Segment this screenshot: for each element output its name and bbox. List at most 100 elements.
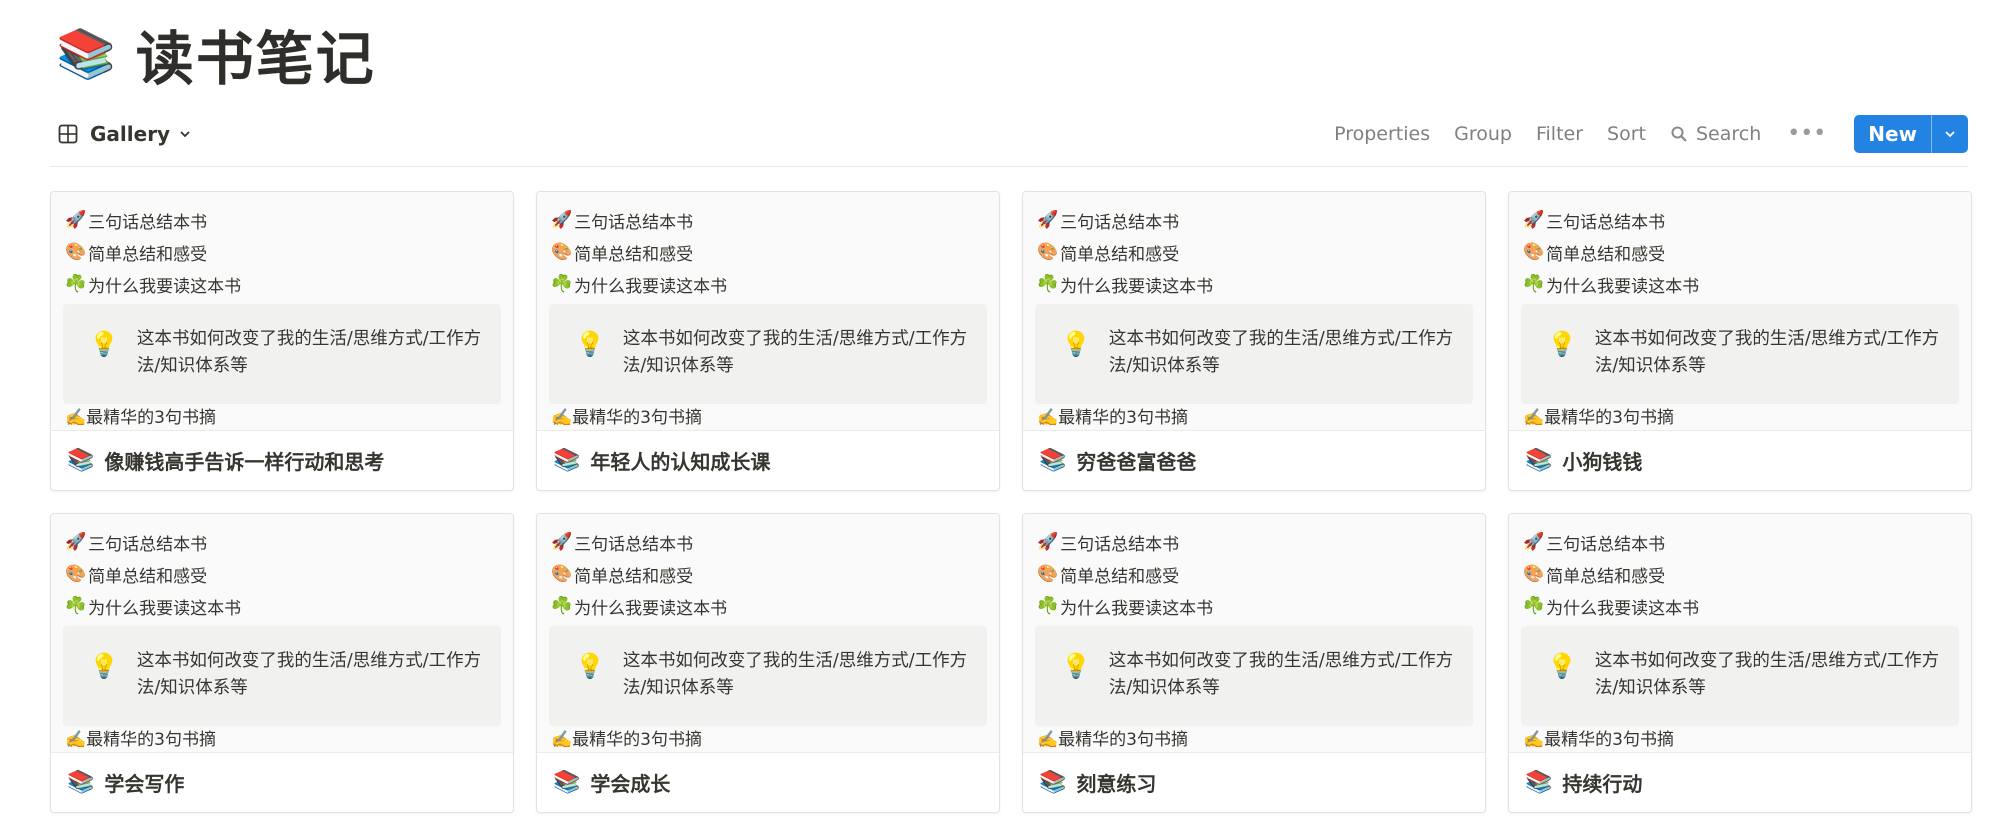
new-button[interactable]: New <box>1854 115 1931 153</box>
lightbulb-icon: 💡 <box>89 330 119 358</box>
preview-line: 🎨 简单总结和感受 <box>1023 236 1485 268</box>
new-button-group: New <box>1854 115 1968 153</box>
shamrock-icon: ☘️ <box>1037 274 1059 294</box>
gallery-card[interactable]: 🚀 三句话总结本书 🎨 简单总结和感受 ☘️ 为什么我要读这本书 💡 这本书如何… <box>1508 513 1972 813</box>
preview-text: 为什么我要读这本书 <box>88 598 242 619</box>
callout-block: 💡 这本书如何改变了我的生活/思维方式/工作方法/知识体系等 <box>63 304 501 404</box>
gallery-card[interactable]: 🚀 三句话总结本书 🎨 简单总结和感受 ☘️ 为什么我要读这本书 💡 这本书如何… <box>50 191 514 491</box>
rocket-icon: 🚀 <box>1037 210 1059 230</box>
callout-text: 这本书如何改变了我的生活/思维方式/工作方法/知识体系等 <box>622 651 968 698</box>
palette-icon: 🎨 <box>65 242 87 262</box>
gallery-card[interactable]: 🚀 三句话总结本书 🎨 简单总结和感受 ☘️ 为什么我要读这本书 💡 这本书如何… <box>1508 191 1972 491</box>
preview-line: ✍️最精华的3句书摘 <box>1037 725 1188 750</box>
card-title-row: 📚 像赚钱高手告诉一样行动和思考 <box>51 431 513 490</box>
card-title: 年轻人的认知成长课 <box>590 450 771 474</box>
toolbar-divider <box>50 166 1968 167</box>
preview-text: 最精华的3句书摘 <box>1058 730 1188 750</box>
preview-text: 三句话总结本书 <box>1060 212 1180 233</box>
filter-button[interactable]: Filter <box>1524 117 1595 151</box>
preview-text: 简单总结和感受 <box>574 244 694 265</box>
card-title-row: 📚 穷爸爸富爸爸 <box>1023 431 1485 490</box>
preview-text: 最精华的3句书摘 <box>1544 408 1674 428</box>
preview-text: 简单总结和感受 <box>88 244 208 265</box>
preview-line: 🚀 三句话总结本书 <box>1023 526 1485 558</box>
callout-block: 💡 这本书如何改变了我的生活/思维方式/工作方法/知识体系等 <box>1521 626 1959 726</box>
rocket-icon: 🚀 <box>1523 532 1545 552</box>
callout-block: 💡 这本书如何改变了我的生活/思维方式/工作方法/知识体系等 <box>1035 626 1473 726</box>
preview-text: 为什么我要读这本书 <box>1060 276 1214 297</box>
preview-line: ☘️ 为什么我要读这本书 <box>1509 590 1971 622</box>
preview-text: 最精华的3句书摘 <box>572 408 702 428</box>
card-title: 小狗钱钱 <box>1562 450 1643 474</box>
preview-text: 为什么我要读这本书 <box>1546 276 1700 297</box>
gallery-card[interactable]: 🚀 三句话总结本书 🎨 简单总结和感受 ☘️ 为什么我要读这本书 💡 这本书如何… <box>1022 191 1486 491</box>
more-options-icon[interactable]: ••• <box>1773 123 1840 145</box>
preview-line: 🎨 简单总结和感受 <box>51 558 513 590</box>
preview-line: ☘️ 为什么我要读这本书 <box>537 590 999 622</box>
gallery-card[interactable]: 🚀 三句话总结本书 🎨 简单总结和感受 ☘️ 为什么我要读这本书 💡 这本书如何… <box>1022 513 1486 813</box>
palette-icon: 🎨 <box>1523 242 1545 262</box>
group-button[interactable]: Group <box>1442 117 1524 151</box>
preview-line: ✍️最精华的3句书摘 <box>65 725 216 750</box>
new-dropdown-button[interactable] <box>1931 115 1968 153</box>
preview-line: 🚀 三句话总结本书 <box>1509 204 1971 236</box>
rocket-icon: 🚀 <box>1523 210 1545 230</box>
lightbulb-icon: 💡 <box>89 652 119 680</box>
properties-button[interactable]: Properties <box>1322 117 1442 151</box>
palette-icon: 🎨 <box>551 242 573 262</box>
callout-text: 这本书如何改变了我的生活/思维方式/工作方法/知识体系等 <box>1594 651 1940 698</box>
preview-line: ✍️最精华的3句书摘 <box>65 403 216 428</box>
page-title[interactable]: 读书笔记 <box>136 12 376 96</box>
callout-block: 💡 这本书如何改变了我的生活/思维方式/工作方法/知识体系等 <box>1035 304 1473 404</box>
card-title-row: 📚 学会成长 <box>537 753 999 812</box>
card-title: 刻意练习 <box>1076 772 1157 796</box>
card-title-row: 📚 小狗钱钱 <box>1509 431 1971 490</box>
gallery-card[interactable]: 🚀 三句话总结本书 🎨 简单总结和感受 ☘️ 为什么我要读这本书 💡 这本书如何… <box>536 191 1000 491</box>
search-button[interactable]: Search <box>1658 117 1773 151</box>
books-icon: 📚 <box>1039 448 1067 473</box>
card-title: 学会成长 <box>590 772 671 796</box>
card-preview: 🚀 三句话总结本书 🎨 简单总结和感受 ☘️ 为什么我要读这本书 💡 这本书如何… <box>537 192 999 431</box>
sort-button[interactable]: Sort <box>1595 117 1658 151</box>
rocket-icon: 🚀 <box>551 210 573 230</box>
preview-line: ✍️最精华的3句书摘 <box>1523 403 1674 428</box>
preview-line: ☘️ 为什么我要读这本书 <box>537 268 999 300</box>
shamrock-icon: ☘️ <box>1523 274 1545 294</box>
view-label: Gallery <box>90 122 171 146</box>
preview-line: 🚀 三句话总结本书 <box>537 526 999 558</box>
preview-text: 三句话总结本书 <box>1546 534 1666 555</box>
callout-text: 这本书如何改变了我的生活/思维方式/工作方法/知识体系等 <box>136 329 482 376</box>
view-switcher[interactable]: Gallery <box>50 114 200 154</box>
preview-line: 🎨 简单总结和感受 <box>51 236 513 268</box>
chevron-down-icon <box>1945 131 1955 138</box>
preview-line: ☘️ 为什么我要读这本书 <box>1023 268 1485 300</box>
shamrock-icon: ☘️ <box>65 274 87 294</box>
shamrock-icon: ☘️ <box>551 596 573 616</box>
preview-line: 🚀 三句话总结本书 <box>1509 526 1971 558</box>
rocket-icon: 🚀 <box>65 210 87 230</box>
preview-line: ☘️ 为什么我要读这本书 <box>51 268 513 300</box>
preview-text: 三句话总结本书 <box>1546 212 1666 233</box>
writing-hand-icon: ✍️ <box>65 730 87 750</box>
preview-line: ✍️最精华的3句书摘 <box>551 725 702 750</box>
palette-icon: 🎨 <box>551 564 573 584</box>
gallery-card[interactable]: 🚀 三句话总结本书 🎨 简单总结和感受 ☘️ 为什么我要读这本书 💡 这本书如何… <box>536 513 1000 813</box>
callout-block: 💡 这本书如何改变了我的生活/思维方式/工作方法/知识体系等 <box>549 626 987 726</box>
writing-hand-icon: ✍️ <box>65 408 87 428</box>
preview-line: 🎨 简单总结和感受 <box>1509 236 1971 268</box>
books-icon[interactable]: 📚 <box>56 30 116 78</box>
preview-text: 为什么我要读这本书 <box>1060 598 1214 619</box>
card-title-row: 📚 学会写作 <box>51 753 513 812</box>
rocket-icon: 🚀 <box>65 532 87 552</box>
preview-line: ✍️最精华的3句书摘 <box>551 403 702 428</box>
preview-text: 三句话总结本书 <box>574 212 694 233</box>
preview-text: 为什么我要读这本书 <box>574 276 728 297</box>
callout-block: 💡 这本书如何改变了我的生活/思维方式/工作方法/知识体系等 <box>63 626 501 726</box>
card-preview: 🚀 三句话总结本书 🎨 简单总结和感受 ☘️ 为什么我要读这本书 💡 这本书如何… <box>1023 514 1485 753</box>
writing-hand-icon: ✍️ <box>1523 730 1545 750</box>
books-icon: 📚 <box>67 448 95 473</box>
preview-line: ✍️最精华的3句书摘 <box>1037 403 1188 428</box>
card-title-row: 📚 刻意练习 <box>1023 753 1485 812</box>
card-preview: 🚀 三句话总结本书 🎨 简单总结和感受 ☘️ 为什么我要读这本书 💡 这本书如何… <box>1509 514 1971 753</box>
gallery-card[interactable]: 🚀 三句话总结本书 🎨 简单总结和感受 ☘️ 为什么我要读这本书 💡 这本书如何… <box>50 513 514 813</box>
